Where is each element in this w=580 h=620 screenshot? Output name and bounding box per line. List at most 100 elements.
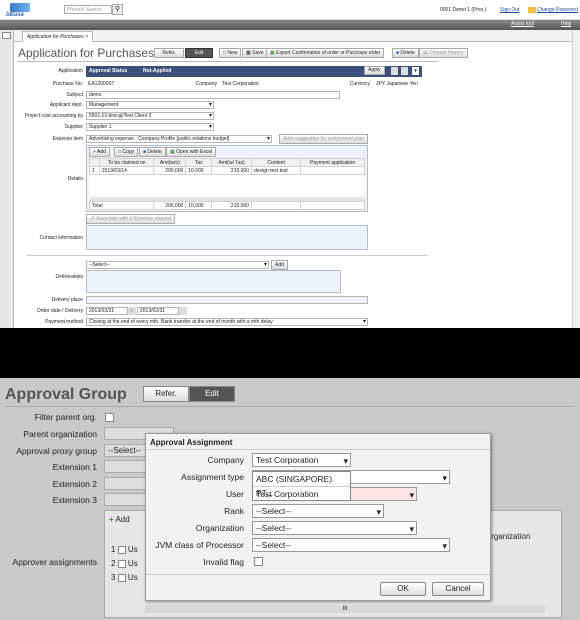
auto-suggestion-button[interactable]: Auto-suggestion by assignment plan: [279, 134, 368, 144]
organization-select[interactable]: --Select--: [252, 521, 417, 535]
extension3-input[interactable]: [104, 493, 146, 506]
approval-status-bar: Approval Status Not-Applied Apply ▾: [86, 66, 422, 77]
table-cell: 210,000: [211, 166, 252, 175]
details-table: To be claimed on Amt(w/o) Tax Amt(w/ Tax…: [88, 158, 365, 210]
chevron-down-icon[interactable]: ▾: [412, 67, 419, 75]
row-checkbox[interactable]: [117, 545, 126, 554]
export-button[interactable]: ▦ Export Confirmation of order or Purcha…: [266, 48, 385, 58]
change-password-link[interactable]: Change Password: [537, 7, 578, 13]
table-cell: 1: [89, 166, 100, 175]
table-row[interactable]: 3 Us: [111, 573, 138, 582]
help-link[interactable]: Help: [561, 21, 571, 27]
column-header: Amt(w/ Tax): [211, 158, 252, 167]
payment-select[interactable]: Closing at the end of every mth. Bank tr…: [86, 318, 368, 326]
subject-input[interactable]: demo: [86, 91, 340, 99]
approval-status-value: Not-Applied: [143, 68, 172, 74]
rank-select[interactable]: --Select--: [252, 504, 384, 518]
refer-button[interactable]: Refer.: [143, 386, 189, 402]
details-label: Details: [67, 176, 83, 182]
copy-detail-button[interactable]: □ Copy: [114, 147, 139, 157]
assist-tool-link[interactable]: Assist tool: [511, 21, 534, 27]
cancel-button[interactable]: Cancel: [432, 582, 484, 596]
edit-button[interactable]: Edit: [185, 48, 213, 58]
app-logo: bBase: [6, 3, 40, 18]
parent-org-label: Parent organization: [23, 429, 97, 439]
table-row[interactable]: 2 Us: [111, 559, 138, 568]
signout-link[interactable]: Sign Out: [500, 7, 519, 13]
column-header: To be claimed on: [98, 158, 155, 167]
add-icon: +: [93, 149, 96, 155]
purchase-no-label: Purchase No.: [52, 81, 83, 87]
expense-select[interactable]: Advertising expense : Company Profile [p…: [86, 135, 272, 143]
associate-expense-button[interactable]: ☍ Associate with a Expense request: [86, 214, 176, 224]
save-button[interactable]: ▩ Save: [242, 48, 268, 58]
table-row[interactable]: 1 2013/03/14 200,000 10,000 210,000 desi…: [89, 166, 365, 175]
add-assignment-button[interactable]: + Add: [109, 515, 130, 524]
dropdown-option[interactable]: ABC (SINGAPORE) PT...: [253, 472, 350, 498]
table-cell: design test test: [250, 166, 302, 175]
scrollbar[interactable]: III: [145, 605, 545, 613]
add-detail-button[interactable]: + Add: [89, 147, 110, 157]
project-select[interactable]: 5501-01:test-pj/Test Client 3: [86, 112, 214, 120]
app-header: bBase Phone# Search ⚲ 0001 Demo 1 (Pres.…: [0, 0, 580, 20]
currency-value: JPY Japanese Yen: [376, 81, 418, 87]
dept-select[interactable]: Management: [86, 101, 214, 109]
excel-icon: ▦: [170, 149, 175, 155]
tab-application-for-purchases[interactable]: Application for Purchases ×: [22, 31, 94, 42]
edit-button[interactable]: Edit: [189, 386, 235, 402]
refer-button[interactable]: Refer.: [154, 48, 184, 58]
collapse-icon[interactable]: [2, 32, 11, 39]
side-panel: [0, 30, 14, 328]
approval-route-icon[interactable]: [391, 67, 398, 75]
extension1-input[interactable]: [104, 460, 146, 473]
assignment-type-label: Assignment type: [181, 472, 244, 482]
deliverables-list: [86, 270, 341, 293]
deliverables-add-button[interactable]: Add: [271, 260, 288, 270]
extension2-label: Extension 2: [52, 479, 97, 489]
jvm-class-label: JVM class of Processor: [155, 540, 244, 550]
calendar-icon[interactable]: [179, 307, 187, 315]
extension1-label: Extension 1: [52, 462, 97, 472]
page-title: Approval Group: [5, 386, 127, 403]
change-history-button[interactable]: ▤ Change History: [419, 48, 468, 58]
new-button[interactable]: □ New: [219, 48, 242, 58]
approval-group-screen: Approval Group Refer. Edit Filter parent…: [0, 378, 580, 620]
scrollbar[interactable]: [572, 30, 580, 328]
link-icon: ☍: [90, 216, 96, 222]
separator: [0, 328, 580, 378]
row-checkbox[interactable]: [117, 559, 126, 568]
current-user: 0001 Demo 1 (Pres.): [440, 7, 487, 13]
jvm-class-select[interactable]: --Select--: [252, 538, 450, 552]
excel-icon: ▦: [270, 50, 275, 56]
extension2-input[interactable]: [104, 477, 146, 490]
ok-button[interactable]: OK: [380, 582, 426, 596]
supplier-select[interactable]: Supplier 1: [86, 123, 214, 131]
proxy-group-label: Approval proxy group: [16, 446, 97, 456]
delivery-date-input[interactable]: 2013/03/31: [137, 307, 179, 315]
close-icon[interactable]: ×: [85, 34, 88, 40]
organization-column-header: Organization: [485, 532, 531, 541]
delivery-place-input[interactable]: [86, 296, 368, 304]
row-checkbox[interactable]: [117, 573, 126, 582]
table-cell: 200,000: [153, 166, 187, 175]
delete-detail-button[interactable]: ■ Delete: [139, 147, 166, 157]
contact-textarea[interactable]: [86, 225, 368, 250]
column-header: Content: [250, 158, 302, 167]
invalid-flag-checkbox[interactable]: [254, 557, 263, 566]
approval-history-icon[interactable]: [401, 67, 408, 75]
deliverables-select[interactable]: --Select--: [86, 261, 269, 269]
new-icon: □: [223, 50, 227, 56]
filter-parent-checkbox[interactable]: [105, 413, 114, 422]
filter-parent-label: Filter parent org.: [34, 412, 97, 422]
company-dropdown-list[interactable]: ABC (SINGAPORE) PT... Test Corporation: [252, 471, 351, 501]
open-excel-button[interactable]: ▦ Open with Excel: [166, 147, 217, 157]
trash-icon: ■: [396, 50, 400, 56]
apply-button[interactable]: Apply: [364, 66, 385, 75]
company-label: Company: [207, 455, 244, 465]
order-date-input[interactable]: 2013/03/31: [86, 307, 128, 315]
company-select[interactable]: Test Corporation: [252, 453, 351, 467]
delete-button[interactable]: ■ Delete: [392, 48, 419, 58]
dropdown-option[interactable]: Test Corporation: [253, 486, 350, 500]
search-icon[interactable]: ⚲: [112, 4, 123, 15]
phone-search-input[interactable]: Phone# Search: [64, 5, 112, 14]
